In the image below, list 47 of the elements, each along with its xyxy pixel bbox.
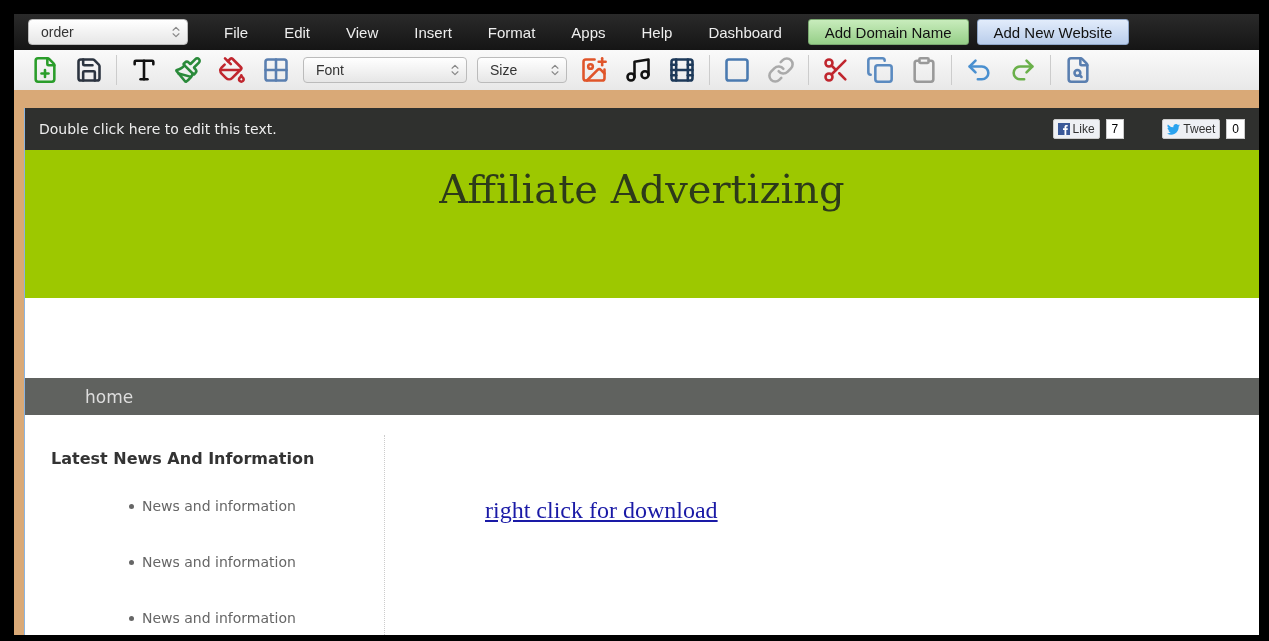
font-select[interactable]: Font [303,57,467,83]
bird-icon [1167,123,1181,135]
preview-icon [1064,56,1092,84]
frame-icon [723,56,751,84]
bullet-icon [129,503,134,509]
undo-icon [965,56,993,84]
menu-item[interactable]: File [224,23,249,41]
menu-item[interactable]: Apps [571,23,606,41]
image-add-icon [580,56,608,84]
nav-link[interactable]: home [85,386,134,407]
menu-item[interactable]: View [346,23,379,41]
link-icon [767,56,795,84]
save-icon [75,56,103,84]
size-select[interactable]: Size [477,57,567,83]
menu-item[interactable]: Dashboard [708,23,782,41]
download-link[interactable]: right click for download [485,497,718,523]
copy-icon [866,56,894,84]
like-count: 7 [1105,119,1125,139]
facebook-icon [1057,123,1070,135]
editable-text[interactable]: Double click here to edit this text. [39,121,1015,137]
bullet-icon [129,559,134,565]
redo-icon [1009,56,1037,84]
menu-item[interactable]: Insert [414,23,452,41]
sidebar-heading: Latest News And Information [51,449,316,468]
grid-icon [262,56,290,84]
menu-item[interactable]: Help [641,23,673,41]
new-page-icon [31,56,59,84]
bullet-icon [129,615,134,621]
text-icon [130,56,158,84]
menu-item[interactable]: Format [487,23,536,41]
film-icon [668,56,696,84]
action-button[interactable]: Add Domain Name [807,19,969,45]
news-link[interactable]: News and information [142,554,296,570]
action-button[interactable]: Add New Website [976,19,1130,45]
scissors-icon [822,56,850,84]
tweet-count: 0 [1226,119,1245,139]
site-title: Affiliate Advertizing [439,166,845,214]
paint-bucket-icon [218,56,246,84]
paintbrush-icon [174,56,202,84]
clipboard-icon [910,56,938,84]
like-button[interactable]: Like [1052,119,1100,139]
menu-item[interactable]: Edit [284,23,311,41]
page-select[interactable]: order [28,19,188,45]
news-link[interactable]: News and information [142,498,296,514]
news-link[interactable]: News and information [142,610,296,626]
music-icon [624,56,652,84]
tweet-button[interactable]: Tweet [1162,119,1221,139]
